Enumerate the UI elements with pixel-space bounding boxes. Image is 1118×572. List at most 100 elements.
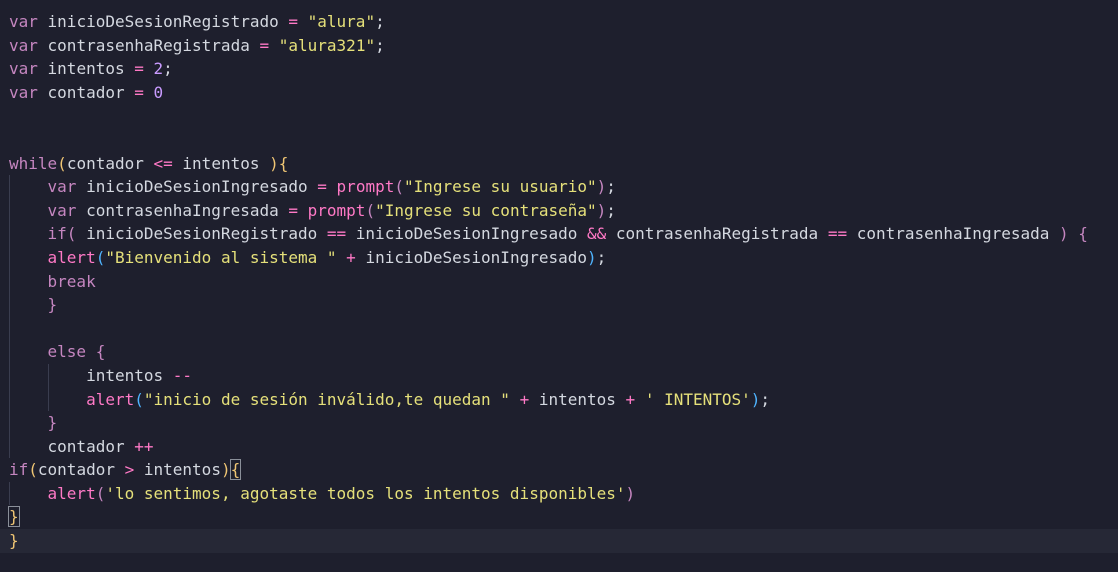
code-token: ) [587, 247, 597, 267]
code-token: while [9, 153, 58, 173]
code-line[interactable]: } [0, 293, 1118, 317]
code-token: ; [375, 35, 385, 55]
code-token: alert [47, 483, 96, 503]
code-line[interactable]: while(contador <= intentos ){ [0, 152, 1118, 176]
code-line[interactable]: else { [0, 340, 1118, 364]
indent-guide [9, 340, 10, 364]
code-line[interactable]: contador ++ [0, 434, 1118, 459]
code-line[interactable]: var inicioDeSesionRegistrado = "alura"; [0, 10, 1118, 34]
code-line[interactable]: intentos -- [0, 363, 1118, 388]
code-line[interactable]: var intentos = 2; [0, 57, 1118, 81]
code-token: "Bienvenido al sistema " [105, 247, 337, 267]
code-token: var [9, 82, 38, 102]
code-token: inicioDeSesionRegistrado [76, 224, 327, 244]
code-token: = [288, 200, 298, 220]
code-token: prompt [336, 177, 395, 197]
indent-guide [9, 387, 10, 412]
indent-guide [9, 434, 10, 459]
code-token: contrasenhaRegistrada [606, 224, 828, 244]
code-line[interactable]: alert("Bienvenido al sistema " + inicioD… [0, 245, 1118, 270]
code-token: = [288, 12, 298, 31]
code-token: inicioDeSesionRegistrado [37, 12, 289, 31]
code-token: } [47, 413, 58, 433]
code-token: intentos [134, 460, 221, 480]
code-token: ; [163, 59, 173, 79]
code-token: ) [625, 483, 636, 503]
code-line[interactable] [0, 128, 1118, 152]
code-line[interactable]: var contrasenhaRegistrada = "alura321"; [0, 34, 1118, 58]
code-token: ) [220, 460, 231, 480]
code-token: ( [394, 177, 404, 197]
code-line[interactable] [0, 316, 1118, 341]
code-line[interactable]: } [0, 411, 1118, 435]
code-token: ( [134, 389, 144, 409]
code-token: == [827, 224, 848, 244]
code-token: <= [153, 153, 173, 173]
code-token: ; [606, 177, 616, 197]
code-token: alert [86, 389, 135, 409]
code-token: ) [750, 389, 761, 409]
code-token: "Ingrese su usuario" [403, 177, 597, 197]
code-line[interactable]: alert('lo sentimos, agotaste todos los i… [0, 481, 1118, 506]
code-line[interactable]: alert("inicio de sesión inválido,te qued… [0, 387, 1118, 412]
code-token: intentos [37, 59, 135, 79]
code-token: } [8, 506, 20, 528]
code-line[interactable] [0, 104, 1118, 128]
code-token: contador [37, 82, 135, 102]
indent-guide [47, 387, 49, 412]
indent-guide [9, 481, 10, 506]
indent-guide [9, 316, 10, 341]
code-token: ; [606, 200, 616, 220]
code-token: + [519, 389, 530, 409]
code-token: prompt [307, 200, 366, 220]
code-token: = [259, 35, 270, 55]
indent-guide [9, 198, 10, 223]
code-token: == [326, 224, 347, 244]
code-token: "inicio de sesión inválido,te quedan " [143, 389, 510, 409]
code-token: ; [375, 12, 385, 31]
code-line[interactable]: var contrasenhaIngresada = prompt("Ingre… [0, 198, 1118, 223]
code-token: ; [596, 247, 607, 267]
code-token: = [317, 177, 327, 197]
code-token: ( [28, 460, 38, 480]
code-token: -- [172, 365, 193, 385]
code-line[interactable]: var contador = 0 [0, 81, 1118, 105]
code-token: var [9, 35, 38, 55]
code-line[interactable]: if( inicioDeSesionRegistrado == inicioDe… [0, 222, 1118, 246]
code-token: 2 [153, 59, 164, 79]
code-token: if [47, 224, 67, 244]
code-token: ) [596, 200, 607, 220]
code-token: ; [760, 389, 771, 409]
code-token: = [134, 59, 144, 79]
code-line[interactable]: if(contador > intentos){ [0, 458, 1118, 482]
code-token: = [134, 82, 144, 102]
code-token: > [124, 460, 135, 480]
code-line[interactable]: var inicioDeSesionIngresado = prompt("In… [0, 175, 1118, 199]
code-token: ( [57, 153, 67, 173]
code-line[interactable]: break [0, 269, 1118, 294]
code-token: contrasenhaIngresada [847, 224, 1059, 244]
code-editor[interactable]: var inicioDeSesionRegistrado = "alura"; v… [0, 0, 1118, 572]
code-token: inicioDeSesionIngresado [76, 177, 318, 197]
indent-guide [9, 245, 10, 270]
code-line[interactable]: } [0, 505, 1118, 529]
code-line[interactable]: } [0, 529, 1118, 553]
code-token: "Ingrese su contraseña" [375, 200, 597, 220]
